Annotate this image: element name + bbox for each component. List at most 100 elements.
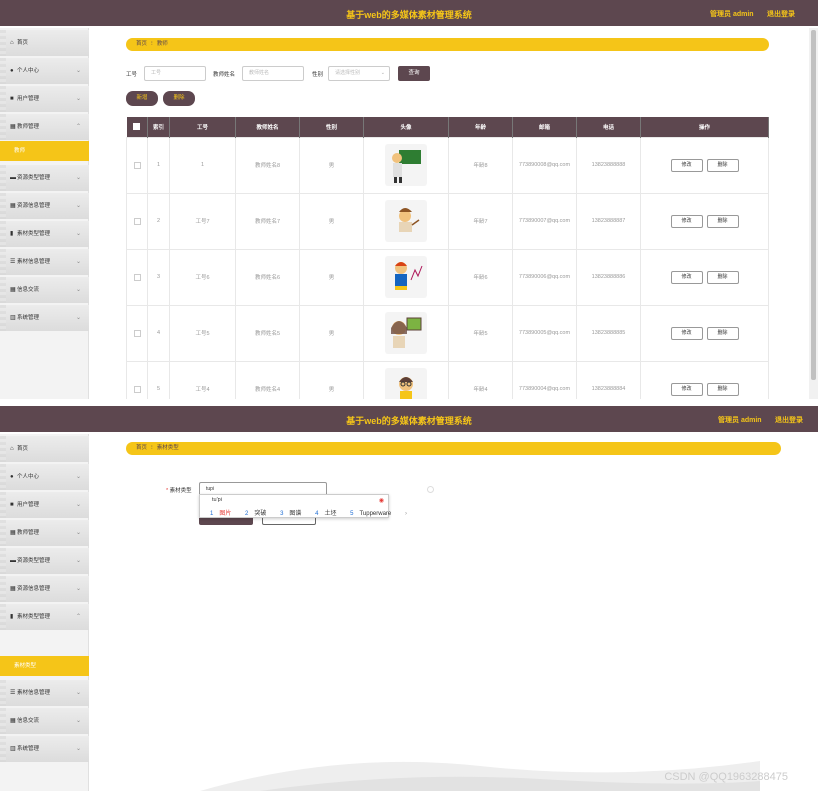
sidebar-subitem-material-type[interactable]: 素材类型 (0, 656, 89, 676)
logout-link[interactable]: 退出登录 (775, 415, 803, 425)
actions-cell: 修改 删除 (640, 248, 769, 306)
row-checkbox[interactable] (133, 385, 141, 393)
sidebar-item-resource-info[interactable]: ▦资源信息管理 ⌄ (0, 193, 89, 219)
name-cell: 教师姓名4 (235, 360, 300, 399)
gender-cell: 男 (299, 192, 364, 250)
list-icon: ■ (10, 96, 14, 102)
bar-chart-icon: ▮ (10, 614, 14, 620)
sidebar-subitem-teacher[interactable]: 教师 (0, 141, 89, 161)
name-cell: 教师姓名6 (235, 248, 300, 306)
select-all-header[interactable] (126, 117, 148, 137)
edit-button[interactable]: 修改 (670, 214, 703, 228)
edit-button[interactable]: 修改 (670, 382, 703, 396)
select-all-checkbox[interactable] (133, 123, 141, 131)
list-icon: ■ (10, 502, 14, 508)
row-checkbox[interactable] (133, 217, 141, 225)
id-label: 工号 (126, 72, 138, 78)
sidebar-item-teachers[interactable]: ▦教师管理 ⌃ (0, 114, 89, 140)
teacher-avatar-image (385, 200, 427, 242)
table-row: 3 工号6 教师姓名6 男 年龄6 773890006@qq.com 13823… (126, 248, 769, 306)
actions-cell: 修改 删除 (640, 360, 769, 399)
sidebar-item-material-info[interactable]: ☰ 素材信息管理 ⌄ (0, 680, 89, 706)
sidebar-item-label: 资源类型管理 (17, 175, 51, 181)
gender-placeholder: 请选择性别 (335, 70, 361, 76)
sidebar-item-users[interactable]: ■ 用户管理 ⌄ (0, 86, 89, 112)
watermark: CSDN @QQ1963288475 (664, 771, 788, 783)
row-delete-button[interactable]: 删除 (706, 382, 739, 396)
sidebar-item-info-exchange[interactable]: ▦信息交流 ⌄ (0, 708, 89, 734)
sidebar-item-home[interactable]: ⌂ 首页 (0, 436, 89, 462)
ime-candidate[interactable]: 2 突破 (245, 511, 272, 517)
ime-candidate[interactable]: 3 图谱 (280, 511, 307, 517)
sidebar-item-users[interactable]: ■ 用户管理 ⌄ (0, 492, 89, 518)
add-button[interactable]: 新增 (126, 91, 158, 106)
table-row: 5 工号4 教师姓名4 男 年龄4 773890004@qq.com 13823… (126, 360, 769, 399)
sidebar-item-label: 个人中心 (17, 474, 40, 480)
edit-button[interactable]: 修改 (670, 158, 703, 172)
sidebar-item-material-info[interactable]: ☰ 素材信息管理 ⌄ (0, 249, 89, 275)
chevron-down-icon: ⌄ (75, 718, 81, 724)
column-header: 性别 (299, 117, 364, 137)
sidebar-item-resource-types[interactable]: ▬资源类型管理 ⌄ (0, 548, 89, 574)
delete-button[interactable]: 删除 (163, 91, 195, 106)
scrollbar-thumb[interactable] (811, 30, 816, 380)
app-title: 基于web的多媒体素材管理系统 (346, 416, 472, 426)
breadcrumb-home[interactable]: 首页 (136, 41, 147, 47)
sidebar-item-info-exchange[interactable]: ▦信息交流 ⌄ (0, 277, 89, 303)
sidebar-item-system[interactable]: ▥系统管理 ⌄ (0, 305, 89, 331)
row-select-cell[interactable] (126, 192, 148, 250)
chevron-down-icon: ⌄ (75, 558, 81, 564)
sidebar-item-profile[interactable]: ● 个人中心 ⌄ (0, 464, 89, 490)
row-select-cell[interactable] (126, 360, 148, 399)
id-input[interactable]: 工号 (144, 66, 206, 81)
avatar-cell (363, 192, 449, 250)
row-select-cell[interactable] (126, 248, 148, 306)
row-select-cell[interactable] (126, 136, 148, 194)
id-cell: 1 (169, 136, 236, 194)
sidebar-item-label: 素材类型 (14, 663, 37, 669)
row-checkbox[interactable] (133, 329, 141, 337)
row-delete-button[interactable]: 删除 (706, 158, 739, 172)
breadcrumb-home[interactable]: 首页 (136, 445, 147, 451)
column-header: 头像 (363, 117, 449, 137)
row-delete-button[interactable]: 删除 (706, 326, 739, 340)
phone-cell: 13823888887 (576, 192, 641, 250)
avatar-cell (363, 304, 449, 362)
ime-candidate[interactable]: 1 图片 (210, 511, 237, 517)
sidebar-item-material-types[interactable]: ▮ 素材类型管理 ⌄ (0, 221, 89, 247)
edit-button[interactable]: 修改 (670, 270, 703, 284)
sidebar-item-teachers[interactable]: ▦教师管理 ⌄ (0, 520, 89, 546)
gender-cell: 男 (299, 360, 364, 399)
admin-label[interactable]: 管理员 admin (718, 415, 762, 425)
teacher-with-glasses-illustration (399, 377, 413, 399)
teacher-avatar-image (385, 256, 427, 298)
row-select-cell[interactable] (126, 304, 148, 362)
ime-candidate[interactable]: 5 Tupperware (350, 511, 397, 517)
row-checkbox[interactable] (133, 273, 141, 281)
admin-label[interactable]: 管理员 admin (710, 9, 754, 19)
teacher-name-input[interactable]: 教师姓名 (242, 66, 304, 81)
gender-select[interactable]: 请选择性别 ⌄ (328, 66, 390, 81)
sidebar-item-resource-types[interactable]: ▬资源类型管理 ⌄ (0, 165, 89, 191)
sidebar-item-system[interactable]: ▥系统管理 ⌄ (0, 736, 89, 762)
vertical-scrollbar[interactable] (809, 28, 818, 399)
logout-link[interactable]: 退出登录 (767, 9, 795, 19)
sidebar-item-resource-info[interactable]: ▦资源信息管理 ⌄ (0, 576, 89, 602)
chevron-down-icon: ⌄ (75, 287, 81, 293)
gender-cell: 男 (299, 248, 364, 306)
sidebar-item-label: 素材类型管理 (17, 614, 51, 620)
ime-candidate[interactable]: 4 土坯 (315, 511, 342, 517)
search-button[interactable]: 查询 (398, 66, 430, 81)
row-delete-button[interactable]: 删除 (706, 214, 739, 228)
ime-next-page-icon[interactable]: › (405, 511, 407, 517)
sidebar-item-home[interactable]: ⌂ 首页 (0, 30, 89, 56)
sidebar: ⌂ 首页 ● 个人中心 ⌄ ■ 用户管理 ⌄ ▦教师管理 ⌃ 教师 ▬资源类型管理 ⌄ ▦资源… (0, 28, 89, 399)
id-cell: 工号6 (169, 248, 236, 306)
row-checkbox[interactable] (133, 161, 141, 169)
clear-icon[interactable] (427, 486, 434, 493)
teacher-name-label: 教师姓名 (213, 72, 236, 78)
edit-button[interactable]: 修改 (670, 326, 703, 340)
sidebar-item-profile[interactable]: ● 个人中心 ⌄ (0, 58, 89, 84)
sidebar-item-material-types[interactable]: ▮ 素材类型管理 ⌃ (0, 604, 89, 630)
row-delete-button[interactable]: 删除 (706, 270, 739, 284)
